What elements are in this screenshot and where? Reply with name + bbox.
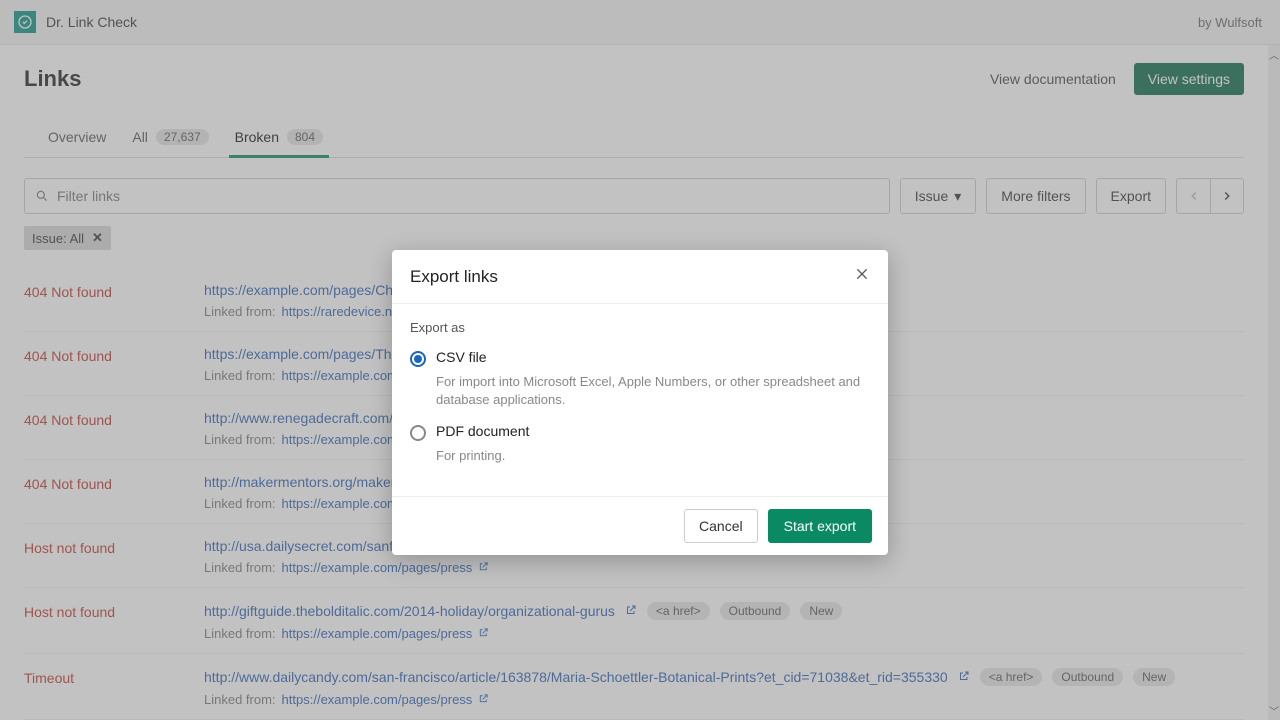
- export-as-label: Export as: [410, 320, 870, 335]
- modal-close-button[interactable]: [854, 266, 870, 287]
- radio-label: PDF document: [436, 423, 529, 439]
- pdf-description: For printing.: [436, 447, 870, 465]
- csv-description: For import into Microsoft Excel, Apple N…: [436, 373, 870, 409]
- cancel-button[interactable]: Cancel: [684, 509, 758, 543]
- close-icon: [854, 266, 870, 282]
- start-export-button[interactable]: Start export: [768, 509, 872, 543]
- radio-label: CSV file: [436, 349, 487, 365]
- export-csv-option[interactable]: CSV file: [410, 345, 870, 371]
- export-pdf-option[interactable]: PDF document: [410, 419, 870, 445]
- radio-icon: [410, 425, 426, 441]
- radio-icon: [410, 351, 426, 367]
- modal-overlay[interactable]: Export links Export as CSV file For impo…: [0, 0, 1280, 720]
- export-modal: Export links Export as CSV file For impo…: [392, 250, 888, 555]
- modal-title: Export links: [410, 267, 498, 287]
